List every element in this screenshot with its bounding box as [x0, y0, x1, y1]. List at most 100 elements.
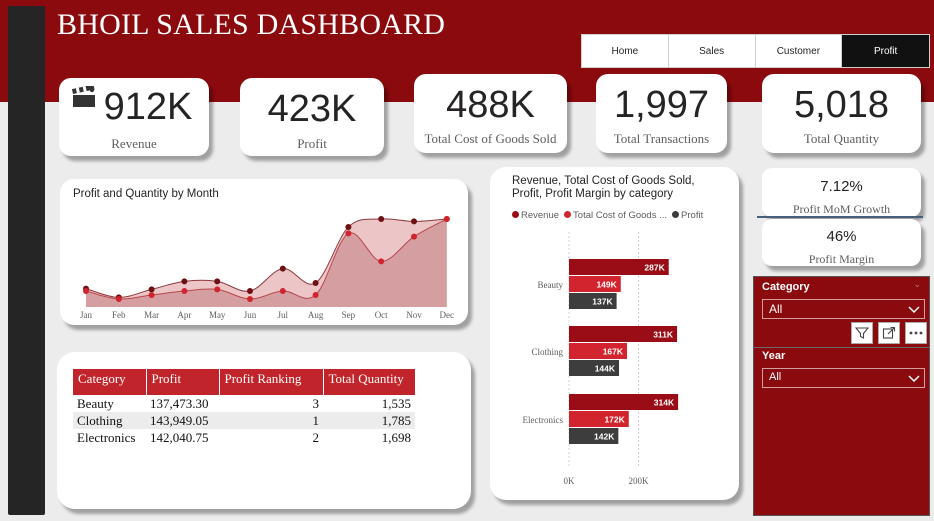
quantity-point [411, 218, 417, 225]
quantity-point [378, 216, 385, 222]
kpi-transactions-card: 1,997 Total Transactions [596, 74, 727, 153]
cell-profit-ranking: 2 [312, 429, 320, 445]
year-slicer-title: Year [762, 350, 786, 362]
nav-home-button[interactable]: Home [582, 35, 669, 67]
profit-point [83, 288, 89, 294]
table-row[interactable]: Electronics 142,040.75 2 1,698 [73, 429, 415, 446]
chevron-down-icon: ⌄ [913, 279, 921, 289]
quantity-point [312, 280, 319, 286]
cell-category: Beauty [77, 395, 114, 411]
bar-data-label: 167K [603, 347, 624, 357]
bar-data-label: 172K [604, 415, 625, 425]
kpi-profit-value: 423K [267, 88, 357, 130]
bar-data-label: 142K [594, 432, 615, 442]
category-slicer-title: Category [762, 281, 810, 293]
bar-data-label: 287K [644, 263, 665, 273]
cell-total-quantity: 1,698 [381, 429, 411, 445]
x-tick-label: 200K [629, 476, 650, 486]
kpi-revenue-label: Revenue [111, 136, 157, 151]
x-tick-label: Mar [144, 310, 159, 320]
filter-icon[interactable] [851, 322, 873, 344]
cell-profit-ranking: 1 [219, 412, 323, 429]
kpi-cogs-label: Total Cost of Goods Sold [424, 131, 557, 146]
kpi-transactions-value: 1,997 [613, 84, 710, 126]
quantity-point [181, 278, 188, 285]
col-header-profit[interactable]: Profit [146, 369, 220, 395]
quantity-point [279, 265, 286, 272]
bar-data-label: 137K [592, 297, 613, 307]
x-tick-label: Feb [112, 310, 126, 320]
profit-point [378, 258, 385, 265]
kpi-revenue-card: 912K Revenue [59, 78, 209, 156]
x-tick-label: Jun [244, 310, 257, 320]
cell-total-quantity: 1,535 [381, 395, 411, 411]
profit-mom-growth-value: 7.12% [820, 178, 863, 195]
quantity-point [214, 278, 221, 285]
nav-customer-button[interactable]: Customer [755, 35, 843, 67]
profit-point [411, 233, 417, 240]
col-header-total-quantity[interactable]: Total Quantity [323, 369, 416, 395]
year-slicer-dropdown[interactable]: All [762, 368, 925, 388]
profit-point [443, 216, 450, 222]
category-axis-label: Clothing [531, 347, 563, 357]
category-slicer-dropdown[interactable]: All [762, 299, 925, 319]
quantity-point [345, 224, 352, 230]
profit-point [148, 292, 155, 298]
profit-point [181, 288, 188, 294]
kpi-quantity-label: Total Quantity [803, 131, 880, 146]
profit-margin-card: 46% Profit Margin [762, 219, 921, 266]
profit-point [214, 286, 221, 293]
monthly-area-chart: Jan Feb Mar Apr May Jun Jul Aug Sep Oct Nov Dec [80, 216, 455, 320]
profit-point [115, 296, 122, 302]
nav-sales-button[interactable]: Sales [668, 35, 756, 67]
x-tick-label: Nov [406, 310, 422, 320]
cell-category: Electronics [77, 429, 136, 445]
x-tick-label: Sep [342, 310, 356, 320]
kpi-revenue-value: 912K [103, 86, 193, 128]
table-row[interactable]: Beauty 137,473.30 3 1,535 [73, 395, 415, 412]
kpi-quantity-value: 5,018 [793, 84, 890, 126]
x-tick-label: May [209, 310, 226, 320]
slicer-panel: Category ⌄ All Year All [753, 276, 930, 516]
x-tick-label: Aug [308, 310, 324, 320]
x-tick-label: Oct [375, 310, 388, 320]
category-axis-label: Beauty [538, 280, 564, 290]
table-row[interactable]: Clothing 143,949.05 1 1,785 [73, 412, 415, 429]
quantity-point [148, 286, 155, 293]
x-tick-label: Apr [177, 310, 191, 320]
cell-profit: 143,949.05 [146, 412, 219, 429]
quantity-point [247, 288, 253, 294]
chevron-down-icon [908, 375, 920, 383]
col-header-profit-ranking[interactable]: Profit Ranking [219, 369, 324, 395]
category-chart-card: Revenue, Total Cost of Goods Sold, Profi… [490, 167, 739, 500]
focus-mode-icon[interactable] [878, 322, 900, 344]
profit-margin-value: 46% [826, 228, 857, 245]
monthly-chart-card: Profit and Quantity by Month Jan Feb Mar Ap… [60, 179, 468, 325]
kpi-quantity-card: 5,018 Total Quantity [762, 74, 921, 153]
bar-data-label: 314K [654, 398, 675, 408]
cell-profit-ranking: 3 [312, 395, 320, 411]
kpi-transactions-label: Total Transactions [613, 131, 710, 146]
cell-profit: 142,040.75 [150, 429, 209, 445]
year-slicer-value: All [769, 371, 782, 383]
x-tick-label: Dec [440, 310, 455, 320]
page-title: BHOIL SALES DASHBOARD [57, 8, 446, 41]
profit-point [279, 288, 286, 294]
side-navigation-rail [8, 6, 45, 515]
x-tick-label: Jul [278, 310, 289, 320]
kpi-cogs-value: 488K [446, 84, 535, 126]
more-options-icon[interactable] [905, 322, 927, 344]
kpi-cogs-card: 488K Total Cost of Goods Sold [414, 74, 567, 153]
profit-margin-label: Profit Margin [808, 252, 875, 266]
category-slicer-value: All [769, 302, 783, 316]
col-header-category[interactable]: Category [73, 369, 147, 395]
kpi-profit-card: 423K Profit [240, 78, 384, 156]
profit-mom-growth-label: Profit MoM Growth [792, 202, 891, 216]
cell-category: Clothing [73, 412, 146, 429]
bar-data-label: 144K [595, 364, 616, 374]
nav-profit-button[interactable]: Profit [842, 35, 929, 67]
profit-point [247, 296, 253, 302]
chevron-down-icon [908, 306, 920, 314]
kpi-divider [757, 216, 923, 218]
bar-data-label: 149K [596, 280, 617, 290]
